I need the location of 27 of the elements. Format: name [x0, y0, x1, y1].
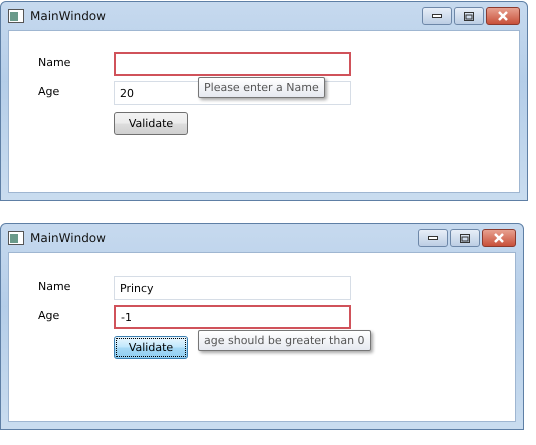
minimize-icon [432, 14, 442, 18]
window-icon [8, 231, 24, 245]
maximize-button[interactable] [454, 7, 484, 25]
close-icon [493, 233, 505, 243]
maximize-button[interactable] [450, 229, 480, 247]
window-title: MainWindow [30, 9, 107, 23]
text-field[interactable]: -1 [114, 305, 351, 329]
field-label: Name [38, 279, 72, 295]
minimize-button[interactable] [422, 7, 452, 25]
window-title: MainWindow [30, 231, 107, 245]
minimize-icon [428, 236, 438, 240]
close-button[interactable] [486, 7, 520, 25]
error-tooltip: Please enter a Name [198, 77, 325, 98]
close-button[interactable] [482, 229, 516, 247]
window-icon [8, 9, 24, 23]
text-field[interactable]: Princy [114, 276, 351, 300]
error-tooltip: age should be greater than 0 [198, 330, 371, 351]
text-field[interactable] [114, 52, 351, 76]
field-label: Age [38, 84, 60, 100]
field-label: Name [38, 55, 72, 71]
field-label: Age [38, 308, 60, 324]
minimize-button[interactable] [418, 229, 448, 247]
maximize-icon [460, 234, 470, 242]
validate-button[interactable]: Validate [114, 336, 188, 359]
validate-button[interactable]: Validate [114, 112, 188, 135]
maximize-icon [464, 12, 474, 20]
close-icon [497, 11, 509, 21]
